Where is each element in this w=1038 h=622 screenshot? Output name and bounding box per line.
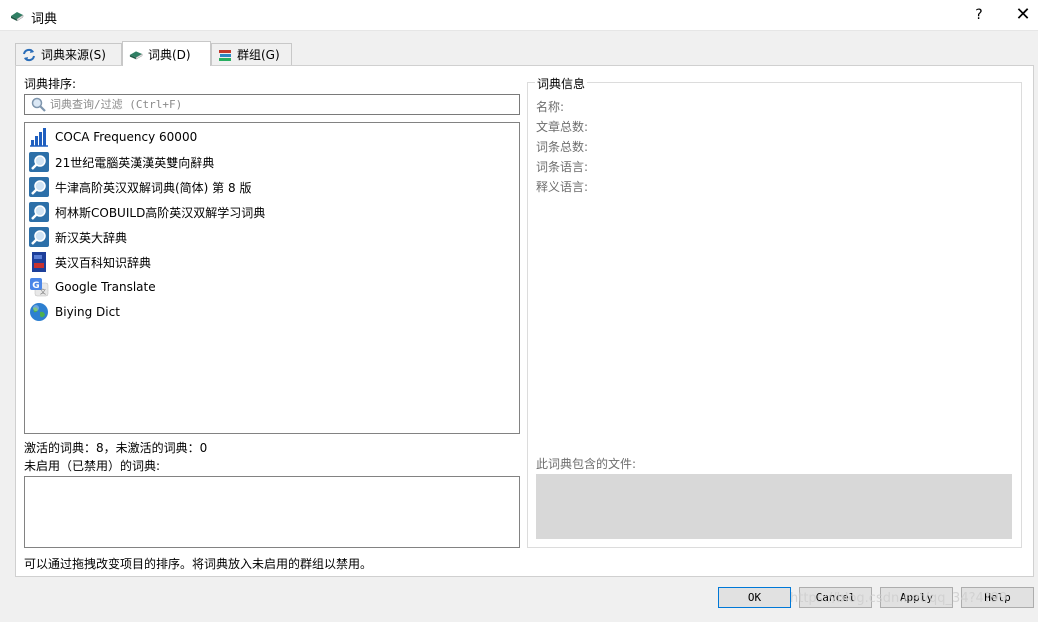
google-translate-icon: G 文 — [30, 278, 49, 297]
list-item[interactable]: 新汉英大辞典 — [29, 225, 509, 249]
ok-button[interactable]: OK — [718, 587, 791, 608]
tab-sources[interactable]: 词典来源(S) — [15, 43, 122, 65]
title-bar — [0, 0, 1038, 31]
info-name-label: 名称: — [536, 100, 565, 114]
files-label: 此词典包含的文件: — [536, 457, 637, 471]
tab-sources-label: 词典来源(S) — [41, 48, 106, 62]
list-item[interactable]: G 文 Google Translate — [29, 275, 509, 299]
tab-dictionaries-label: 词典(D) — [148, 47, 191, 62]
magnifier-icon — [29, 202, 49, 222]
info-words-label: 词条总数: — [536, 140, 589, 154]
refresh-icon — [23, 48, 35, 61]
info-word-language-label: 词条语言: — [536, 160, 589, 174]
tab-groups-label: 群组(G) — [237, 48, 280, 62]
list-item-label: Google Translate — [55, 280, 156, 294]
list-item-label: 柯林斯COBUILD高阶英汉双解学习词典 — [55, 205, 266, 220]
search-input[interactable] — [50, 96, 510, 113]
globe-icon — [30, 303, 48, 321]
drag-hint-text: 可以通过拖拽改变项目的排序。将词典放入未启用的群组以禁用。 — [24, 557, 373, 571]
tab-dictionaries[interactable]: 词典(D) — [122, 41, 211, 66]
list-item[interactable]: Biying Dict — [29, 300, 509, 324]
list-item-label: Biying Dict — [55, 305, 120, 319]
bar-chart-icon — [29, 127, 49, 147]
dictionary-list[interactable]: COCA Frequency 60000 21世纪電腦英漢漢英雙向辭典 牛津高阶… — [24, 122, 520, 434]
dictionary-info-title: 词典信息 — [535, 75, 588, 92]
disabled-dictionaries-label: 未启用（已禁用）的词典: — [24, 459, 161, 473]
list-item-label: 21世纪電腦英漢漢英雙向辭典 — [55, 155, 215, 170]
window-title: 词典 — [31, 12, 58, 27]
list-item[interactable]: COCA Frequency 60000 — [29, 125, 509, 149]
book-icon — [129, 51, 143, 60]
files-box — [536, 474, 1012, 539]
blue-book-icon — [32, 252, 46, 272]
list-item-label: COCA Frequency 60000 — [55, 130, 198, 144]
watermark: https://blog.csdn.net/qq_34?4?99 — [790, 591, 1008, 606]
magnifier-icon — [29, 152, 49, 172]
list-item[interactable]: 牛津高阶英汉双解词典(简体) 第 8 版 — [29, 175, 509, 199]
info-definition-language-label: 释义语言: — [536, 180, 589, 194]
magnifier-icon — [29, 227, 49, 247]
active-dictionaries-count: 激活的词典：8，未激活的词典：0 — [24, 441, 208, 455]
info-articles-label: 文章总数: — [536, 120, 589, 134]
svg-text:文: 文 — [40, 288, 46, 296]
list-item[interactable]: 21世纪電腦英漢漢英雙向辭典 — [29, 150, 509, 174]
close-button[interactable]: ✕ — [1012, 4, 1034, 26]
list-item-label: 新汉英大辞典 — [55, 230, 128, 245]
help-button[interactable]: ? — [968, 4, 990, 26]
disabled-dictionary-list[interactable] — [24, 476, 520, 548]
list-item[interactable]: 柯林斯COBUILD高阶英汉双解学习词典 — [29, 200, 509, 224]
svg-text:G: G — [32, 281, 39, 291]
list-item-label: 英汉百科知识辞典 — [55, 255, 152, 270]
search-icon — [31, 97, 46, 112]
magnifier-icon — [29, 177, 49, 197]
book-icon — [11, 12, 24, 22]
books-stack-icon — [219, 49, 231, 61]
list-item-label: 牛津高阶英汉双解词典(简体) 第 8 版 — [55, 180, 252, 195]
list-item[interactable]: 英汉百科知识辞典 — [29, 250, 509, 274]
tab-groups[interactable]: 群组(G) — [211, 43, 292, 65]
dictionary-order-label: 词典排序: — [24, 77, 77, 91]
